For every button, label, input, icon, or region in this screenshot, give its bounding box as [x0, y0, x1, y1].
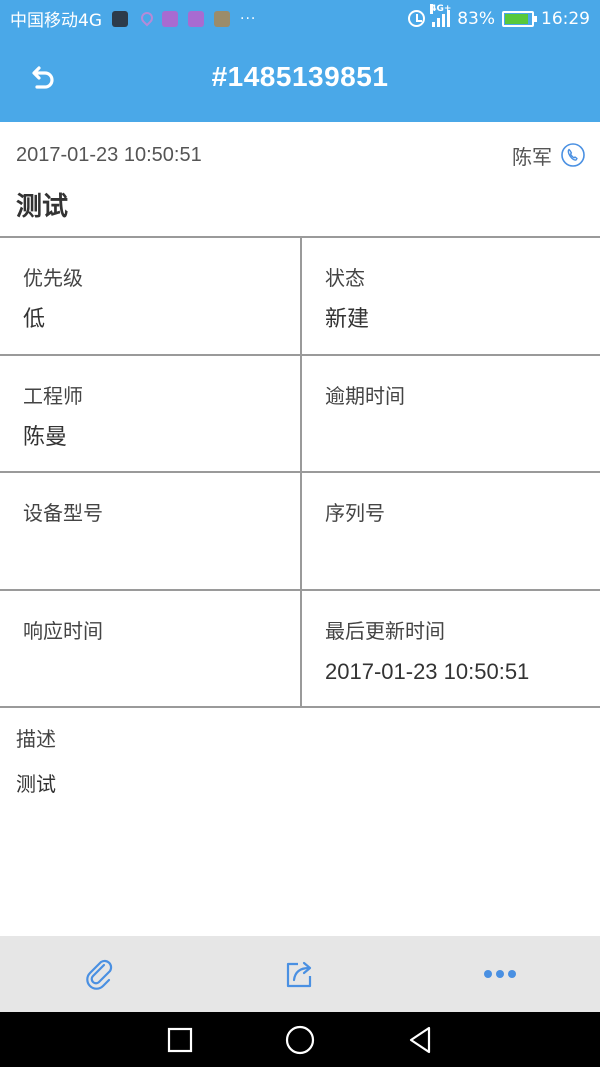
more-dots-icon [484, 970, 516, 978]
field-value: 陈曼 [23, 423, 68, 449]
field-label: 响应时间 [23, 618, 103, 643]
fields-row: 优先级 低 状态 新建 [0, 238, 600, 356]
carrier-label: 中国移动4G [10, 11, 102, 31]
more-button[interactable] [400, 936, 600, 1012]
image-notification-icon [112, 10, 128, 27]
field-status: 状态 新建 [300, 238, 600, 354]
contact-name: 陈军 [512, 144, 552, 169]
status-bar: 中国移动4G ··· 4G+ 83% 16:29 [0, 0, 600, 37]
alarm-icon [408, 10, 426, 27]
description-label: 描述 [16, 727, 56, 751]
fields-row: 设备型号 序列号 [0, 473, 600, 591]
field-value: 2017-01-23 10:50:51 [325, 658, 530, 684]
contact-button[interactable]: 陈军 [512, 141, 586, 170]
network-type-label: 4G+ [430, 4, 452, 14]
app-header: #1485139851 [0, 37, 600, 122]
clock: 16:29 [541, 8, 590, 29]
circle-icon [285, 1025, 315, 1054]
field-label: 状态 [325, 266, 365, 290]
share-icon [286, 961, 312, 988]
back-nav-button[interactable] [400, 1020, 440, 1060]
attach-button[interactable] [0, 936, 200, 1012]
ticket-meta: 2017-01-23 10:50:51 陈军 [16, 141, 586, 169]
field-engineer: 工程师 陈曼 [0, 356, 300, 472]
home-button[interactable] [280, 1020, 320, 1060]
field-serial-number: 序列号 [300, 473, 600, 589]
battery-icon [502, 10, 537, 27]
location-notification-icon [138, 11, 152, 27]
system-nav-bar [0, 1012, 600, 1067]
field-label: 优先级 [23, 266, 83, 290]
field-label: 设备型号 [23, 501, 103, 525]
field-response-time: 响应时间 [0, 591, 300, 707]
triangle-back-icon [409, 1026, 431, 1053]
more-notifications-icon: ··· [240, 10, 257, 27]
field-value: 新建 [325, 306, 370, 331]
share-button[interactable] [200, 936, 400, 1012]
field-label: 工程师 [23, 383, 83, 408]
fields-row: 响应时间 最后更新时间 2017-01-23 10:50:51 [0, 590, 600, 708]
ticket-fields-grid: 优先级 低 状态 新建 工程师 陈曼 逾期时间 设备型号 序列号 响应时间 最后… [0, 236, 600, 708]
keyboard-notification-icon [188, 10, 204, 27]
field-value: 低 [23, 306, 46, 331]
signal-icon: 4G+ [430, 4, 451, 27]
field-label: 序列号 [325, 501, 385, 525]
phone-icon[interactable] [560, 142, 586, 168]
page-title: #1485139851 [211, 61, 389, 92]
app-notification-icon [214, 10, 230, 27]
bottom-toolbar [0, 936, 600, 1012]
field-device-model: 设备型号 [0, 473, 300, 589]
created-date: 2017-01-23 10:50:51 [16, 143, 202, 166]
ticket-title: 测试 [16, 192, 69, 222]
gallery-notification-icon [162, 10, 178, 27]
field-label: 最后更新时间 [325, 618, 445, 643]
field-label: 逾期时间 [325, 383, 405, 408]
field-priority: 优先级 低 [0, 238, 300, 354]
field-overdue-time: 逾期时间 [300, 355, 600, 471]
description-text: 测试 [16, 772, 56, 796]
battery-percent: 83% [457, 8, 495, 29]
field-last-updated: 最后更新时间 2017-01-23 10:50:51 [300, 590, 600, 706]
recents-button[interactable] [160, 1020, 200, 1060]
paperclip-icon [86, 959, 113, 990]
square-icon [167, 1027, 193, 1052]
fields-row: 工程师 陈曼 逾期时间 [0, 355, 600, 473]
